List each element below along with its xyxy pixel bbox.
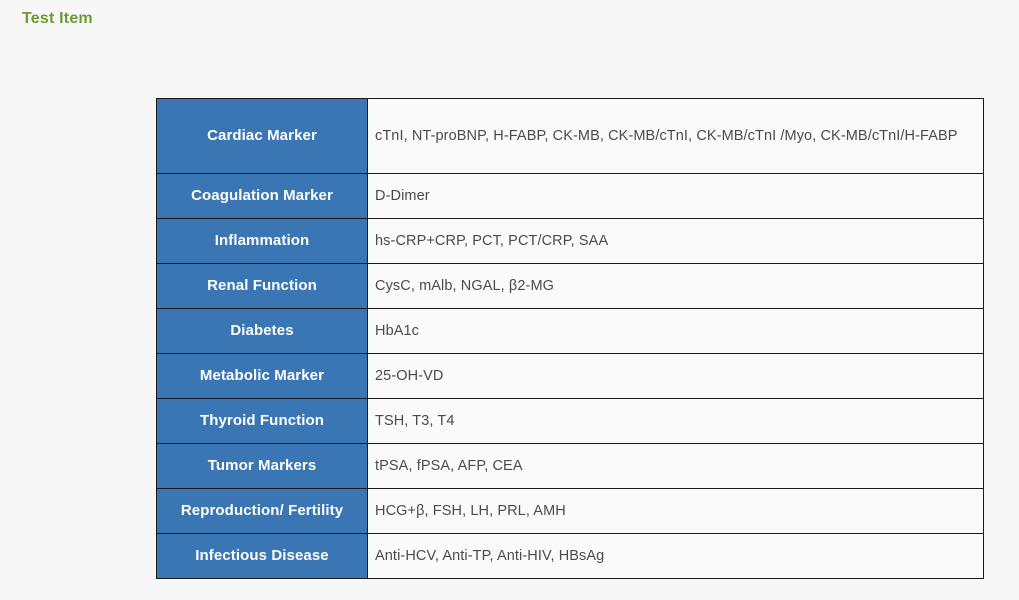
items-cell-coagulation-marker: D-Dimer — [367, 173, 984, 219]
category-cell-reproduction-fertility: Reproduction/ Fertility — [156, 488, 368, 534]
page-title: Test Item — [22, 10, 93, 27]
table-row: Inflammation hs-CRP+CRP, PCT, PCT/CRP, S… — [156, 218, 984, 264]
items-cell-metabolic-marker: 25-OH-VD — [367, 353, 984, 399]
table-row: Thyroid Function TSH, T3, T4 — [156, 398, 984, 444]
category-cell-renal-function: Renal Function — [156, 263, 368, 309]
items-cell-reproduction-fertility: HCG+β, FSH, LH, PRL, AMH — [367, 488, 984, 534]
test-item-table: Cardiac Marker cTnI, NT-proBNP, H-FABP, … — [156, 98, 984, 579]
table-row: Coagulation Marker D-Dimer — [156, 173, 984, 219]
table-row: Diabetes HbA1c — [156, 308, 984, 354]
category-cell-coagulation-marker: Coagulation Marker — [156, 173, 368, 219]
table-row: Metabolic Marker 25-OH-VD — [156, 353, 984, 399]
category-cell-cardiac-marker: Cardiac Marker — [156, 98, 368, 174]
items-cell-thyroid-function: TSH, T3, T4 — [367, 398, 984, 444]
table-body: Cardiac Marker cTnI, NT-proBNP, H-FABP, … — [156, 98, 984, 579]
page-root: Test Item Cardiac Marker cTnI, NT-proBNP… — [0, 0, 1019, 600]
items-cell-inflammation: hs-CRP+CRP, PCT, PCT/CRP, SAA — [367, 218, 984, 264]
category-cell-thyroid-function: Thyroid Function — [156, 398, 368, 444]
category-cell-tumor-markers: Tumor Markers — [156, 443, 368, 489]
items-cell-infectious-disease: Anti-HCV, Anti-TP, Anti-HIV, HBsAg — [367, 533, 984, 579]
items-cell-cardiac-marker: cTnI, NT-proBNP, H-FABP, CK-MB, CK-MB/cT… — [367, 98, 984, 174]
items-cell-tumor-markers: tPSA, fPSA, AFP, CEA — [367, 443, 984, 489]
items-cell-diabetes: HbA1c — [367, 308, 984, 354]
category-cell-metabolic-marker: Metabolic Marker — [156, 353, 368, 399]
table-row: Tumor Markers tPSA, fPSA, AFP, CEA — [156, 443, 984, 489]
category-cell-diabetes: Diabetes — [156, 308, 368, 354]
table-row: Infectious Disease Anti-HCV, Anti-TP, An… — [156, 533, 984, 579]
table-row: Cardiac Marker cTnI, NT-proBNP, H-FABP, … — [156, 98, 984, 174]
category-cell-inflammation: Inflammation — [156, 218, 368, 264]
table-row: Renal Function CysC, mAlb, NGAL, β2-MG — [156, 263, 984, 309]
items-cell-renal-function: CysC, mAlb, NGAL, β2-MG — [367, 263, 984, 309]
table-row: Reproduction/ Fertility HCG+β, FSH, LH, … — [156, 488, 984, 534]
test-item-table-container: Cardiac Marker cTnI, NT-proBNP, H-FABP, … — [156, 98, 984, 579]
category-cell-infectious-disease: Infectious Disease — [156, 533, 368, 579]
